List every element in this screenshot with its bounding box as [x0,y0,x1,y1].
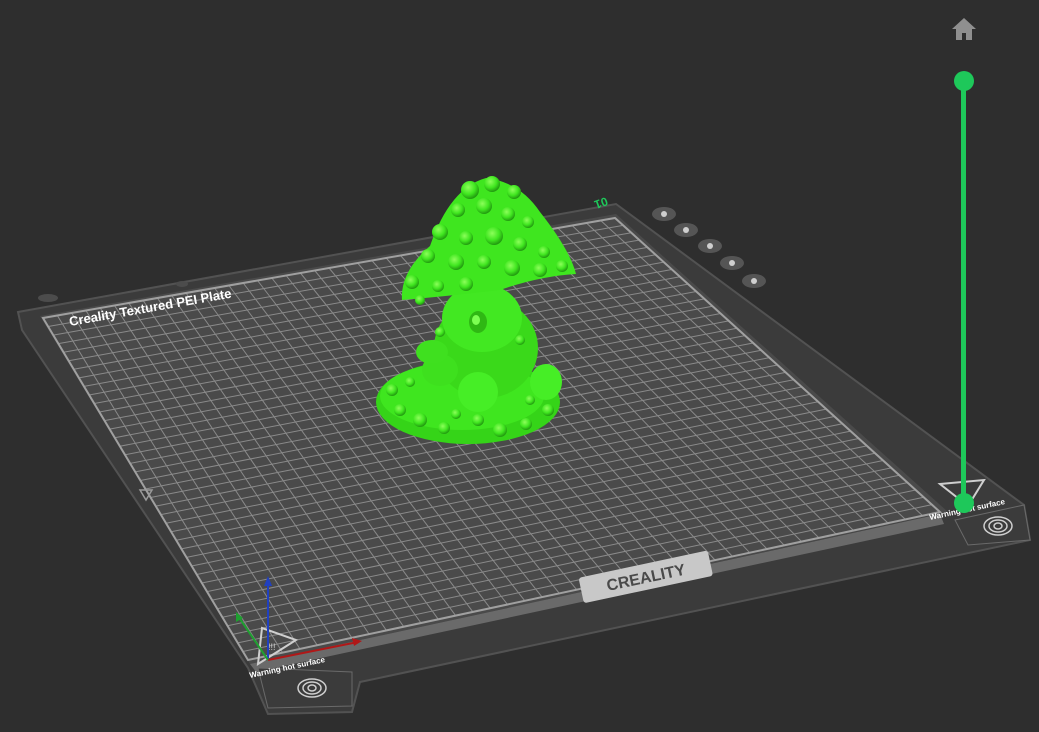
settings-icon-glyph [751,278,757,284]
model-bump [459,277,473,291]
model-bump [538,246,550,258]
lock-icon-glyph [729,260,735,266]
model-bump [525,395,535,405]
model-bump [394,404,406,416]
model-bump [432,224,448,240]
model-bump [504,260,520,276]
model-bump [415,295,425,305]
orient-icon-glyph [707,243,713,249]
layer-slider-top-handle[interactable] [954,71,974,91]
model-bump [533,263,547,277]
layer-slider-bottom-handle[interactable] [954,493,974,513]
model-bump [438,422,450,434]
model-bump [461,181,479,199]
arrange-icon-glyph [683,227,689,233]
model-bump [485,227,503,245]
model-bump [515,335,525,345]
model-bump [451,203,465,217]
model-bump [542,404,554,416]
model-bump [493,423,507,437]
model-bump [448,254,464,270]
model-bump [507,185,521,199]
svg-text:!!!: !!! [268,642,276,652]
model-bump [484,176,500,192]
layer-range-slider[interactable] [948,66,980,522]
model-bump [435,327,445,337]
model-bump [556,260,568,272]
model-bump [386,384,398,396]
model-bump [413,413,427,427]
3d-viewport[interactable]: Creality Textured PEI Plate 01 CREALITY … [0,0,1039,732]
model-bump [477,255,491,269]
model-bump [451,409,461,419]
model-bump [501,207,515,221]
model-bump [476,198,492,214]
layer-slider-track[interactable] [961,81,966,506]
model-bump [459,231,473,245]
model-bump [421,249,435,263]
close-icon-glyph [661,211,667,217]
model-bump [405,377,415,387]
model-bump [520,418,532,430]
model-bump [522,216,534,228]
model-bump [513,237,527,251]
home-icon [952,18,976,40]
model-bump [405,275,419,289]
model-bump [432,280,444,292]
home-view-button[interactable] [950,16,978,42]
model-bump [472,414,484,426]
